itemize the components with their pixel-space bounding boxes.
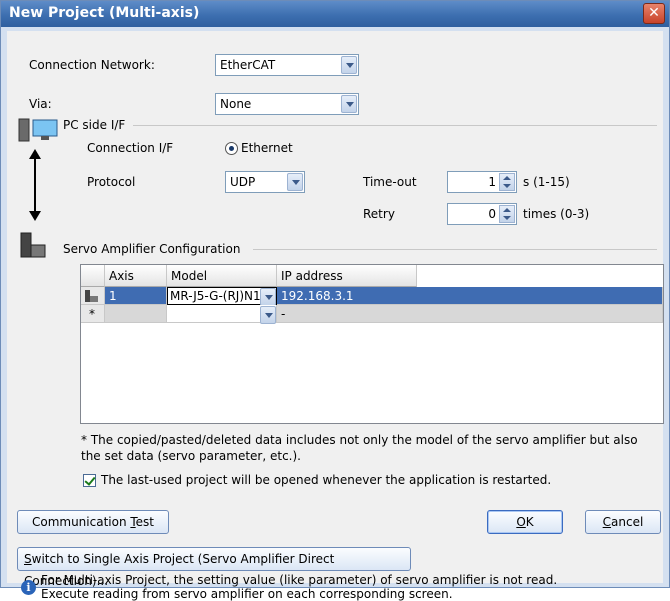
- connection-network-label: Connection Network:: [29, 58, 155, 72]
- close-button[interactable]: ✕: [643, 3, 665, 24]
- via-value: None: [220, 97, 252, 111]
- timeout-unit: s (1-15): [523, 175, 570, 189]
- timeout-value: 1: [488, 175, 496, 189]
- ethernet-radio[interactable]: [225, 142, 238, 155]
- chevron-down-icon[interactable]: [341, 95, 357, 113]
- column-header-ip[interactable]: IP address: [277, 265, 417, 287]
- connection-network-dropdown[interactable]: EtherCAT: [215, 54, 359, 76]
- table-cell-ip[interactable]: -: [277, 305, 663, 323]
- spinner-buttons[interactable]: [499, 205, 515, 223]
- protocol-value: UDP: [230, 175, 256, 189]
- retry-value: 0: [488, 207, 496, 221]
- switch-single-axis-button[interactable]: Switch to Single Axis Project (Servo Amp…: [17, 547, 411, 588]
- pc-icon: [18, 118, 58, 142]
- timeout-label: Time-out: [363, 175, 417, 189]
- spinner-buttons[interactable]: [499, 173, 515, 191]
- group-divider: [133, 125, 657, 126]
- connection-network-value: EtherCAT: [220, 58, 276, 72]
- servo-amplifier-icon: [20, 232, 46, 258]
- table-cell-ip[interactable]: 192.168.3.1: [277, 287, 663, 305]
- chevron-down-icon[interactable]: [260, 306, 276, 324]
- row-marker[interactable]: [81, 287, 105, 305]
- dialog-body: Connection Network: EtherCAT Via: None P…: [7, 31, 664, 601]
- group-divider: [253, 249, 657, 250]
- communication-test-button[interactable]: Communication Test: [17, 510, 169, 534]
- table-cell-axis[interactable]: 1: [105, 287, 167, 305]
- protocol-label: Protocol: [87, 175, 136, 189]
- protocol-dropdown[interactable]: UDP: [225, 171, 305, 193]
- last-used-checkbox[interactable]: [83, 474, 96, 487]
- servo-config-group-label: Servo Amplifier Configuration: [63, 242, 241, 256]
- dialog-title: New Project (Multi-axis): [9, 5, 200, 21]
- table-cell-axis[interactable]: [105, 305, 167, 323]
- chevron-down-icon[interactable]: [341, 56, 357, 74]
- copy-note: * The copied/pasted/deleted data include…: [81, 433, 638, 463]
- model-dropdown-button[interactable]: [259, 288, 277, 306]
- chevron-down-icon[interactable]: [287, 173, 303, 191]
- retry-unit: times (0-3): [523, 207, 590, 221]
- retry-spinner[interactable]: 0: [447, 203, 517, 225]
- connection-if-label: Connection I/F: [87, 141, 174, 155]
- title-bar[interactable]: New Project (Multi-axis) ✕: [1, 1, 669, 27]
- row-header-corner: [81, 265, 105, 287]
- ethernet-radio-label[interactable]: Ethernet: [241, 141, 293, 155]
- last-used-checkbox-label[interactable]: The last-used project will be opened whe…: [101, 473, 551, 487]
- dialog-window: New Project (Multi-axis) ✕ Connection Ne…: [0, 0, 670, 601]
- ok-button[interactable]: OK: [487, 510, 563, 534]
- servo-amplifier-icon: [85, 290, 98, 302]
- column-header-axis[interactable]: Axis: [105, 265, 167, 287]
- via-dropdown[interactable]: None: [215, 93, 359, 115]
- cancel-button[interactable]: Cancel: [585, 510, 661, 534]
- retry-label: Retry: [363, 207, 395, 221]
- timeout-spinner[interactable]: 1: [447, 171, 517, 193]
- via-label: Via:: [29, 97, 52, 111]
- row-marker[interactable]: *: [81, 305, 105, 323]
- servo-config-table[interactable]: Axis Model IP address 1 MR-J5-G-(RJ)N1 1…: [80, 264, 664, 424]
- model-dropdown-button[interactable]: [259, 306, 277, 324]
- column-header-model[interactable]: Model: [167, 265, 277, 287]
- info-message: For Multi-axis Project, the setting valu…: [41, 573, 558, 601]
- chevron-down-icon[interactable]: [260, 288, 276, 306]
- double-arrow-icon: [29, 149, 41, 221]
- pc-side-if-group-label: PC side I/F: [63, 118, 126, 132]
